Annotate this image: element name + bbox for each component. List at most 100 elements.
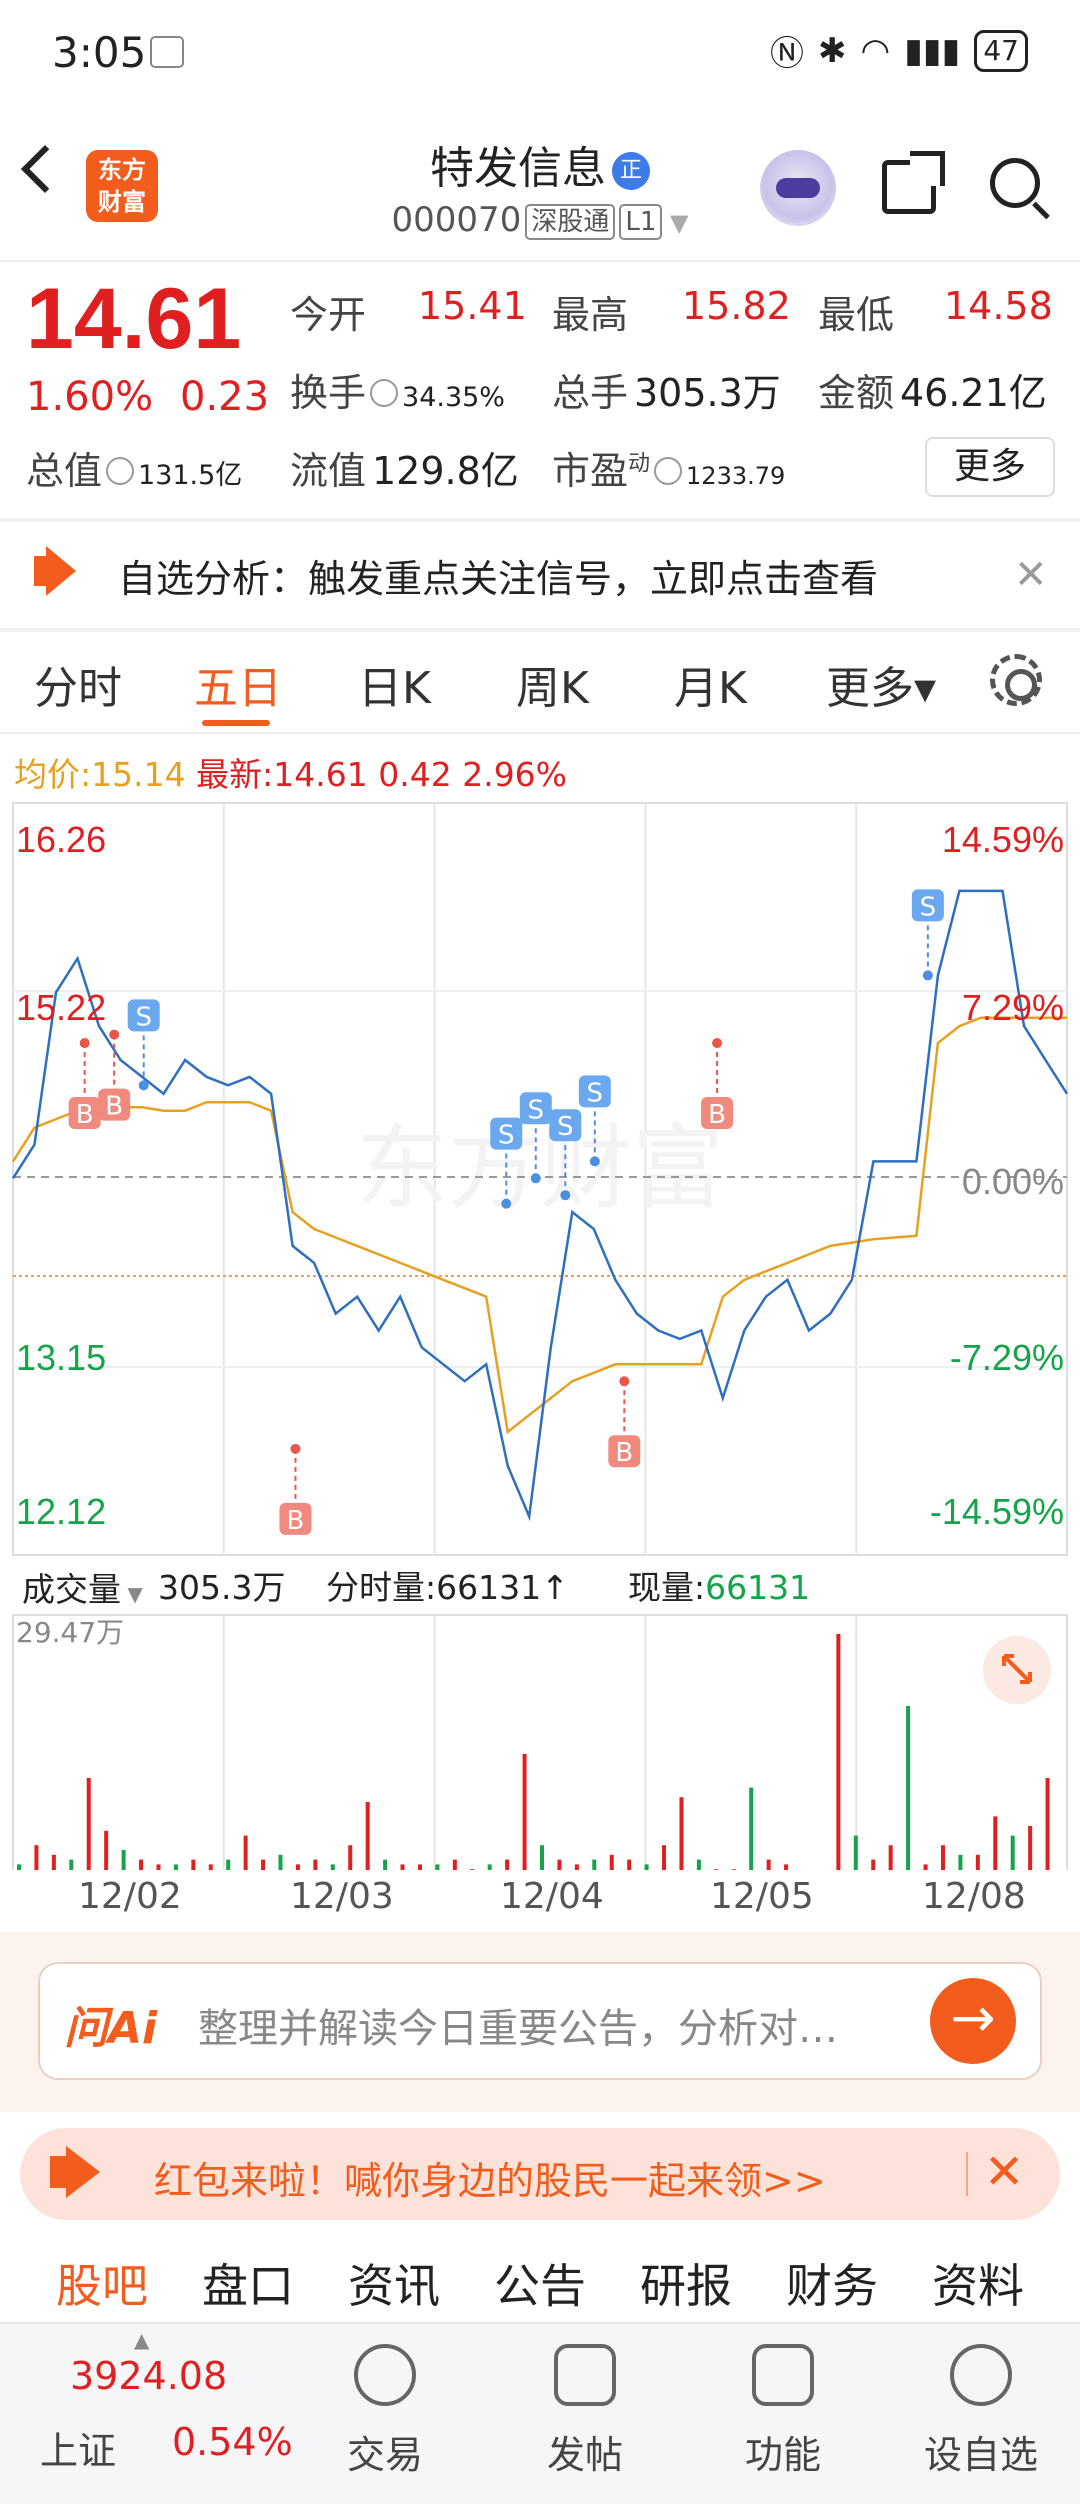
chart-tabs: 分时 五日 日K 周K 月K 更多▾ [0,640,1080,728]
tab-five-day[interactable]: 五日 [194,652,282,716]
tab-intraday[interactable]: 分时 [34,652,122,716]
signal-dot [138,1080,149,1091]
grid-icon [752,2344,814,2406]
red-packet-banner[interactable]: 红包来啦！喊你身边的股民一起来领>> ✕ [20,2128,1060,2220]
sim-icon [150,36,184,68]
tab-research[interactable]: 研报 [640,2250,732,2316]
signal-label: B [105,1092,123,1122]
y-axis-label-left: 12.12 [16,1491,106,1532]
chevron-down-icon: ▼ [662,209,689,237]
up-arrow-icon: ▲ [134,2328,150,2352]
signal-label: S [557,1112,574,1142]
volume-bar [226,1859,231,1870]
ai-submit-button[interactable]: → [930,1978,1016,2064]
post-button[interactable]: 发帖 [520,2344,650,2479]
volume-bar [365,1802,370,1870]
volume-bar [261,1859,266,1870]
volume-bar [243,1835,248,1870]
nfc-icon: Ⓝ [770,34,805,74]
status-bar: 3:05 Ⓝ ✱ ◠ ▮▮▮ 47 [0,0,1080,105]
volume-bar [975,1854,980,1870]
edit-icon [554,2344,616,2406]
speaker-icon [34,546,76,596]
settings-gear-icon[interactable] [990,654,1042,706]
volume-bar [522,1754,527,1870]
ai-input-box[interactable]: 问Ai 整理并解读今日重要公告，分析对… → [38,1962,1042,2080]
volume-max-label: 29.47万 [16,1616,124,1649]
status-time: 3:05 [52,28,147,77]
ai-robot-icon[interactable] [760,150,836,226]
volume-bar [749,1787,754,1870]
signal-label: S [920,892,937,922]
more-quote-button[interactable]: 更多 [925,437,1055,497]
signal-label: S [135,1002,152,1032]
more-dots-icon [950,2344,1012,2406]
close-icon[interactable]: ✕ [1014,552,1048,598]
y-axis-label-right: 7.29% [962,987,1064,1028]
volume-bar [679,1797,684,1870]
change-amount: 0.23 [180,374,270,420]
float-label: 流值 [290,449,367,493]
index-value[interactable]: 3924.08 [70,2354,227,2398]
avg-price-line: 均价:15.14 最新:14.61 0.42 2.96% [14,755,568,794]
volume-bar [906,1706,911,1870]
volume-bar [86,1778,91,1870]
verified-badge-icon: 正 [612,152,650,190]
open-label: 今开 [290,293,367,337]
tab-announcement[interactable]: 公告 [494,2250,586,2316]
volume-bar [627,1859,632,1870]
add-watchlist-button[interactable]: 设自选 [916,2344,1046,2479]
chart-watermark: 东方财富 [356,1115,724,1222]
bluetooth-icon: ✱ [818,30,847,71]
y-axis-label-right: 0.00% [962,1161,1064,1202]
volume-bar [34,1845,39,1870]
volume-selector[interactable]: 成交量 ▼ [20,1561,145,1613]
ai-logo: 问Ai [64,2003,158,2054]
y-axis-label-left: 15.22 [16,987,106,1028]
tab-pankou[interactable]: 盘口 [202,2250,294,2316]
volume-label: 总手 [552,371,629,415]
info-tabs: 股吧 盘口 资讯 公告 研报 财务 资料 [0,2236,1080,2322]
tab-more[interactable]: 更多▾ [826,652,936,716]
date-label: 12/08 [922,1876,1026,1917]
ai-placeholder: 整理并解读今日重要公告，分析对… [198,2006,838,2052]
info-icon[interactable] [370,378,399,407]
tab-monthly-k[interactable]: 月K [674,652,747,716]
date-label: 12/02 [78,1876,182,1917]
close-icon[interactable]: ✕ [984,2144,1024,2200]
signal-label: B [615,1438,633,1468]
info-icon[interactable] [106,456,135,485]
ai-section: 问Ai 整理并解读今日重要公告，分析对… → [0,1932,1080,2112]
turnover-label: 换手 34.35% [290,371,505,415]
y-axis-label-right: 14.59% [942,819,1064,860]
tab-weekly-k[interactable]: 周K [516,652,589,716]
signal-label: B [76,1100,94,1130]
tab-profile[interactable]: 资料 [932,2250,1024,2316]
tab-finance[interactable]: 财务 [786,2250,878,2316]
low-label: 最低 [818,293,895,337]
search-icon[interactable] [990,158,1040,208]
notice-banner[interactable]: 自选分析：触发重点关注信号，立即点击查看 ✕ [0,520,1080,628]
active-tab-indicator [202,720,270,726]
tab-daily-k[interactable]: 日K [358,652,431,716]
volume-bar [313,1859,318,1870]
current-price: 14.61 [26,271,242,367]
volume-bar [993,1816,998,1870]
signal-dot [619,1376,630,1387]
stock-header: 东方 财富 特发信息正 000070 深股通 L1 ▼ [0,130,1080,260]
date-axis: 12/02 12/03 12/04 12/05 12/08 [0,1870,1080,1930]
volume-bar [452,1859,457,1870]
megaphone-icon [50,2146,100,2198]
volume-bar [104,1830,109,1870]
functions-button[interactable]: 功能 [718,2344,848,2479]
share-icon[interactable] [882,151,945,214]
volume-bar [540,1845,544,1870]
volume-bar [121,1850,126,1870]
status-icons: Ⓝ ✱ ◠ ▮▮▮ 47 [770,26,1028,75]
tab-guba[interactable]: 股吧 [56,2250,148,2316]
tab-news[interactable]: 资讯 [348,2250,440,2316]
info-icon[interactable] [654,456,683,485]
trade-button[interactable]: 交易 [320,2344,450,2479]
signal-dot [712,1038,723,1049]
five-day-chart[interactable]: 东方财富 B BSBSSSSBSB 16.2615.2213.1512.1214.… [0,790,1080,1870]
